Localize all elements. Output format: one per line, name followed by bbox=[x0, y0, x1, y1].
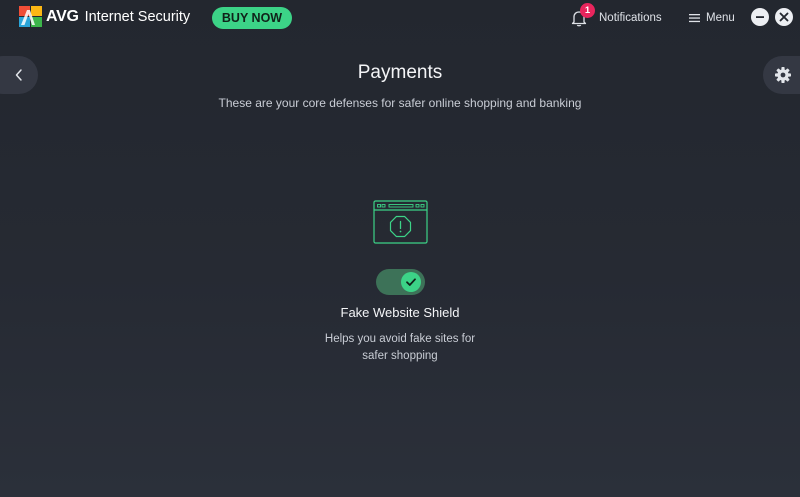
avg-logo-icon bbox=[19, 6, 42, 27]
notification-count-badge: 1 bbox=[580, 3, 595, 18]
close-button[interactable] bbox=[775, 8, 793, 26]
checkmark-icon bbox=[406, 278, 416, 286]
title-bar: AVG Internet Security BUY NOW 1 Notifica… bbox=[0, 0, 800, 36]
fake-website-shield-toggle[interactable] bbox=[376, 269, 425, 295]
feature-description-line-1: Helps you avoid fake sites for bbox=[324, 333, 476, 345]
minimize-button[interactable] bbox=[751, 8, 769, 26]
page-title: Payments bbox=[357, 62, 443, 83]
product-name: Internet Security bbox=[84, 9, 191, 25]
menu-label: Menu bbox=[706, 12, 735, 24]
hamburger-icon bbox=[689, 14, 700, 23]
buy-now-button[interactable]: BUY NOW bbox=[212, 7, 292, 29]
menu-button[interactable]: Menu bbox=[689, 5, 735, 31]
feature-description: Helps you avoid fake sites for safer sho… bbox=[300, 331, 500, 364]
minimize-icon bbox=[756, 16, 764, 18]
brand-name: AVG bbox=[46, 8, 79, 25]
app-title: AVG Internet Security bbox=[46, 8, 190, 26]
browser-alert-icon bbox=[373, 200, 428, 244]
page-subtitle: These are your core defenses for safer o… bbox=[218, 96, 582, 110]
bell-icon: 1 bbox=[570, 3, 595, 27]
close-icon bbox=[779, 12, 789, 22]
feature-name: Fake Website Shield bbox=[340, 305, 460, 320]
notifications-button[interactable]: 1 Notifications bbox=[570, 3, 662, 31]
toggle-knob bbox=[401, 272, 421, 292]
notifications-label: Notifications bbox=[599, 12, 662, 24]
feature-description-line-2: safer shopping bbox=[362, 349, 438, 362]
